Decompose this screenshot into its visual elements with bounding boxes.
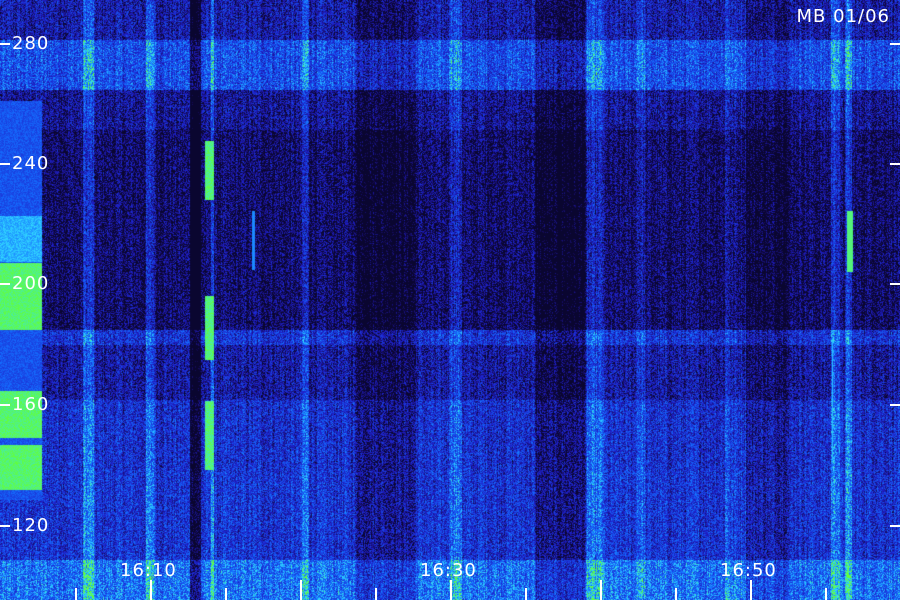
y-tick-right [890,404,900,406]
y-tick-right [890,43,900,45]
x-tick [525,588,527,600]
recording-label: MB 01/06 [796,6,890,27]
x-tick [675,588,677,600]
y-tick-right [890,525,900,527]
x-tick [600,580,602,600]
x-tick-label-1650: 16:50 [720,560,777,581]
y-tick-right [890,163,900,165]
x-tick-label-1630: 16:30 [420,560,477,581]
x-tick [450,580,452,600]
y-tick-label-120: 120 [12,515,50,536]
spectrogram-view: MB 01/06 280 240 200 160 120 16:10 16:30… [0,0,900,600]
x-tick [150,580,152,600]
x-tick [75,588,77,600]
y-tick-right [890,283,900,285]
x-tick [750,580,752,600]
y-tick-label-200: 200 [12,273,50,294]
y-tick-left [0,283,10,285]
spectrogram-image [0,0,900,600]
y-tick-label-280: 280 [12,33,50,54]
y-tick-label-160: 160 [12,394,50,415]
y-tick-label-240: 240 [12,153,50,174]
y-tick-left [0,43,10,45]
y-tick-left [0,163,10,165]
x-tick [825,588,827,600]
x-tick [225,588,227,600]
x-tick [300,580,302,600]
y-tick-left [0,525,10,527]
x-tick-label-1610: 16:10 [120,560,177,581]
y-tick-left [0,404,10,406]
x-tick [375,588,377,600]
